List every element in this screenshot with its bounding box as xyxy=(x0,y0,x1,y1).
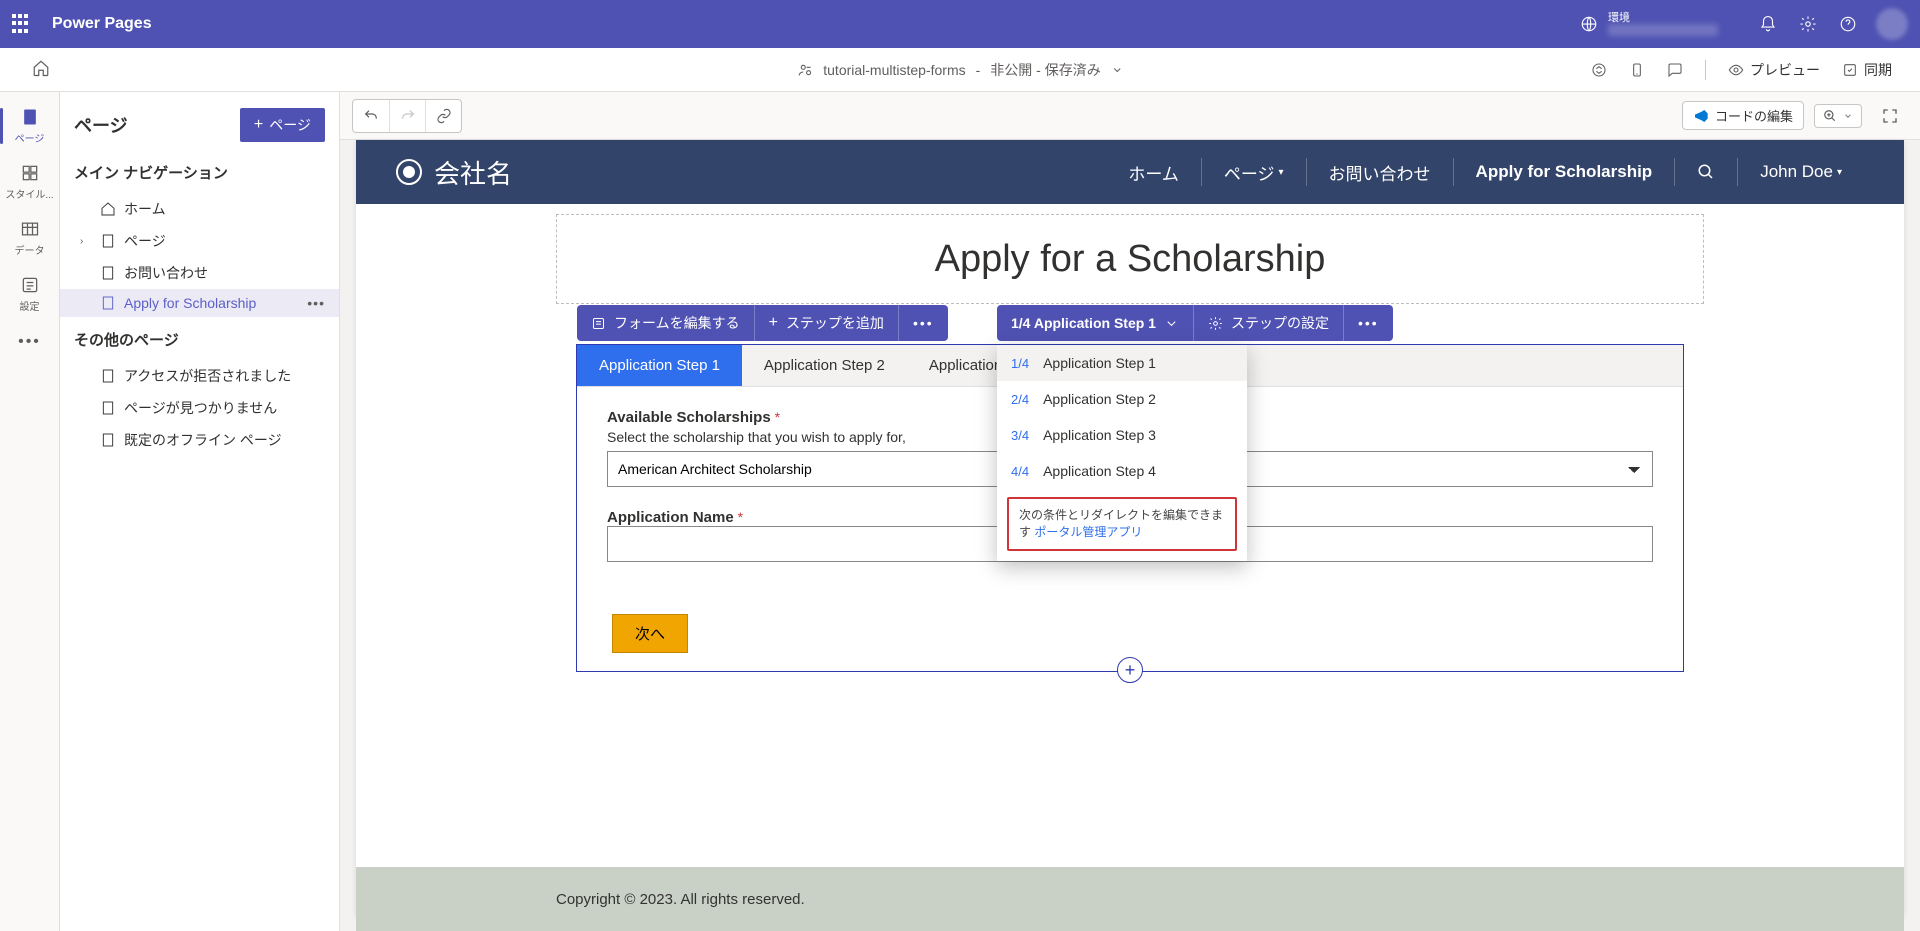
pages-panel: ページ +ページ メイン ナビゲーション ホーム ›ページ お問い合わせ App… xyxy=(60,92,340,931)
tree-item-not-found[interactable]: ページが見つかりません xyxy=(60,392,339,424)
step-option-1[interactable]: 1/4Application Step 1 xyxy=(997,345,1247,381)
home-icon[interactable] xyxy=(32,59,50,80)
site-footer: Copyright © 2023. All rights reserved. xyxy=(356,867,1904,931)
product-name: Power Pages xyxy=(52,15,152,33)
copilot-icon[interactable] xyxy=(1583,58,1615,82)
user-avatar[interactable] xyxy=(1876,8,1908,40)
heading-section[interactable]: Apply for a Scholarship xyxy=(556,214,1704,304)
nav-pages[interactable]: ページ▾ xyxy=(1201,158,1306,186)
site-name-dropdown[interactable]: tutorial-multistep-forms - 非公開 - 保存済み xyxy=(797,60,1123,80)
step-dropdown-note: 次の条件とリダイレクトを編集できます ポータル管理アプリ xyxy=(1007,497,1237,551)
add-section-button[interactable]: + xyxy=(1117,657,1143,683)
step-settings-button[interactable]: ステップの設定 xyxy=(1194,305,1344,341)
help-icon[interactable] xyxy=(1828,0,1868,48)
chevron-down-icon xyxy=(1843,111,1853,121)
notifications-icon[interactable] xyxy=(1748,0,1788,48)
form-more-button[interactable]: ••• xyxy=(899,305,948,341)
section-other-pages: その他のページ xyxy=(60,319,339,358)
tree-item-contact[interactable]: お問い合わせ xyxy=(60,257,339,289)
add-step-button[interactable]: +ステップを追加 xyxy=(755,305,899,341)
multistep-form: フォームを編集する +ステップを追加 ••• 1/4 Application S… xyxy=(576,344,1684,672)
rail-style[interactable]: スタイル... xyxy=(0,154,60,210)
settings-icon[interactable] xyxy=(1788,0,1828,48)
nav-apply[interactable]: Apply for Scholarship xyxy=(1453,158,1675,186)
logo-icon xyxy=(396,159,422,185)
site-navigation: 会社名 ホーム ページ▾ お問い合わせ Apply for Scholarshi… xyxy=(356,140,1904,204)
tab-step1[interactable]: Application Step 1 xyxy=(577,345,742,386)
tab-step2[interactable]: Application Step 2 xyxy=(742,345,907,386)
tree-item-offline[interactable]: 既定のオフライン ページ xyxy=(60,424,339,456)
rail-pages[interactable]: ページ xyxy=(0,98,60,154)
appname-label: Application Name xyxy=(607,509,734,526)
next-button[interactable]: 次へ xyxy=(612,614,688,653)
portal-app-link[interactable]: ポータル管理アプリ xyxy=(1034,525,1142,539)
add-page-button[interactable]: +ページ xyxy=(240,108,325,142)
tree-item-pages[interactable]: ›ページ xyxy=(60,225,339,257)
tree-item-apply[interactable]: Apply for Scholarship••• xyxy=(60,289,339,317)
page-heading: Apply for a Scholarship xyxy=(935,238,1326,281)
nav-search[interactable] xyxy=(1674,158,1737,186)
step-option-4[interactable]: 4/4Application Step 4 xyxy=(997,453,1247,489)
zoom-control[interactable] xyxy=(1814,104,1862,128)
current-step-dropdown[interactable]: 1/4 Application Step 1 xyxy=(997,305,1194,341)
edit-form-button[interactable]: フォームを編集する xyxy=(577,305,755,341)
copyright-text: Copyright © 2023. All rights reserved. xyxy=(556,891,805,908)
preview-button[interactable]: プレビュー xyxy=(1720,56,1828,84)
environment-picker[interactable]: 環境 xyxy=(1580,12,1718,36)
main-area: コードの編集 会社名 ホーム ページ▾ お問い合わせ Apply for Sch… xyxy=(340,92,1920,931)
panel-title: ページ xyxy=(74,112,128,138)
fullscreen-button[interactable] xyxy=(1872,100,1908,132)
rail-settings[interactable]: 設定 xyxy=(0,266,60,322)
nav-user[interactable]: John Doe▾ xyxy=(1737,158,1864,186)
app-header: Power Pages 環境 xyxy=(0,0,1920,48)
mobile-preview-icon[interactable] xyxy=(1621,58,1653,82)
link-button[interactable] xyxy=(425,100,461,132)
design-canvas: 会社名 ホーム ページ▾ お問い合わせ Apply for Scholarshi… xyxy=(356,140,1904,915)
rail-more[interactable]: ••• xyxy=(0,322,60,362)
step-option-2[interactable]: 2/4Application Step 2 xyxy=(997,381,1247,417)
feedback-icon[interactable] xyxy=(1659,58,1691,82)
rail-data[interactable]: データ xyxy=(0,210,60,266)
site-header-bar: tutorial-multistep-forms - 非公開 - 保存済み プレ… xyxy=(0,48,1920,92)
tree-item-home[interactable]: ホーム xyxy=(60,193,339,225)
site-logo[interactable]: 会社名 xyxy=(396,154,512,191)
step-option-3[interactable]: 3/4Application Step 3 xyxy=(997,417,1247,453)
left-rail: ページ スタイル... データ 設定 ••• xyxy=(0,92,60,931)
step-bar: 1/4 Application Step 1 ステップの設定 ••• xyxy=(997,305,1393,341)
search-icon xyxy=(1697,163,1715,181)
env-label: 環境 xyxy=(1608,12,1718,24)
section-main-nav: メイン ナビゲーション xyxy=(60,152,339,191)
sync-button[interactable]: 同期 xyxy=(1834,56,1900,84)
designer-toolbar: コードの編集 xyxy=(340,92,1920,140)
undo-button[interactable] xyxy=(353,100,389,132)
step-more-button[interactable]: ••• xyxy=(1344,305,1393,341)
chevron-down-icon xyxy=(1111,64,1123,76)
scholarship-label: Available Scholarships xyxy=(607,409,771,426)
edit-code-button[interactable]: コードの編集 xyxy=(1682,101,1804,130)
site-status: 非公開 - 保存済み xyxy=(990,60,1100,80)
nav-home[interactable]: ホーム xyxy=(1106,158,1201,186)
step-dropdown-popup: 1/4Application Step 1 2/4Application Ste… xyxy=(997,345,1247,561)
tree-item-access-denied[interactable]: アクセスが拒否されました xyxy=(60,360,339,392)
site-name: tutorial-multistep-forms xyxy=(823,62,965,78)
chevron-down-icon xyxy=(1164,316,1179,331)
app-launcher-icon[interactable] xyxy=(12,14,32,34)
redo-button[interactable] xyxy=(389,100,425,132)
nav-contact[interactable]: お問い合わせ xyxy=(1306,158,1453,186)
env-name-blurred xyxy=(1608,24,1718,36)
more-icon[interactable]: ••• xyxy=(307,295,325,311)
form-edit-bar: フォームを編集する +ステップを追加 ••• xyxy=(577,305,948,341)
